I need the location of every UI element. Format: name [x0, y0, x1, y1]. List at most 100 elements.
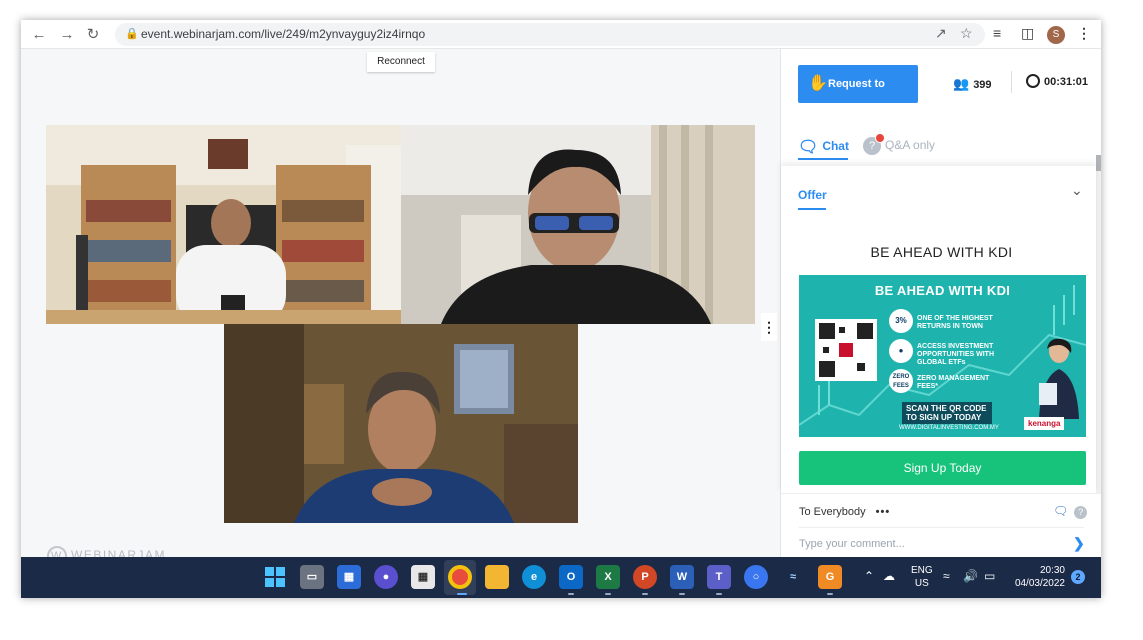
windows-taskbar: ▭ ▦ ● ▦ e O X P W T ○ ≈ G ⌃ ☁ ENG US ≈ 🔊…	[21, 557, 1101, 598]
app-orange-indicator	[827, 593, 833, 595]
stage-more-options-icon[interactable]: ⋮	[761, 313, 777, 341]
language-region: US	[914, 578, 929, 589]
address-bar[interactable]: 🔒 event.webinarjam.com/live/249/m2ynvayg…	[115, 23, 985, 46]
browser-window: ← → ↻ 🔒 event.webinarjam.com/live/249/m2…	[21, 20, 1101, 598]
help-icon[interactable]: ?	[1074, 506, 1088, 519]
attendee-count-value: 399	[973, 79, 992, 91]
request-to-speak-button[interactable]: ✋ Request to speak	[798, 65, 918, 128]
excel-indicator	[605, 593, 611, 595]
lock-icon: 🔒	[125, 28, 139, 40]
teams-chat-icon[interactable]: ●	[374, 565, 398, 589]
widgets-icon[interactable]: ▦	[337, 565, 361, 589]
video-tile-presenter-1	[46, 125, 401, 324]
people-icon: 👥	[953, 76, 970, 91]
clock-time: 20:30	[1039, 565, 1065, 576]
video-frame	[224, 324, 578, 523]
star-icon[interactable]: ☆	[960, 25, 973, 42]
video-tile-presenter-3	[224, 324, 578, 523]
chrome-icon[interactable]	[448, 565, 472, 589]
tab-chat-label: Chat	[822, 139, 849, 154]
chevron-up-icon[interactable]: ⌃	[864, 569, 874, 583]
chat-bubble-icon: 🗨	[798, 139, 819, 156]
reading-list-icon[interactable]: ≡	[993, 25, 1001, 41]
chrome-active-indicator	[457, 593, 467, 595]
banner-heading: BE AHEAD WITH KDI	[874, 283, 1011, 298]
word-icon[interactable]: W	[670, 565, 694, 589]
input-language[interactable]: ENG US	[911, 564, 933, 590]
side-panel-icon[interactable]: ◫	[1021, 25, 1034, 42]
teams-indicator	[716, 593, 722, 595]
tab-chat[interactable]: 🗨 Chat	[798, 137, 849, 157]
chat-scrollbar-thumb[interactable]	[1096, 155, 1101, 171]
share-icon[interactable]: ↗	[935, 25, 947, 42]
recipient-selector[interactable]: To Everybody •••	[799, 506, 890, 518]
battery-icon[interactable]: ▭	[984, 569, 995, 583]
banner-scan-text: SCAN THE QR CODE TO SIGN UP TODAY	[902, 402, 992, 424]
side-panel: ✋ Request to speak 👥 399 00:31:01 🗨 Chat ?…	[780, 49, 1101, 557]
start-icon[interactable]	[263, 565, 287, 589]
word-indicator	[679, 593, 685, 595]
teams-icon[interactable]: T	[707, 565, 731, 589]
question-icon: ?	[863, 133, 885, 155]
reconnect-button[interactable]: Reconnect	[367, 52, 435, 72]
clock-date: 04/03/2022	[1014, 578, 1065, 589]
comment-input[interactable]	[799, 535, 1059, 553]
offer-tab[interactable]: Offer	[798, 188, 827, 202]
menu-icon[interactable]: ⋮	[1077, 25, 1091, 42]
back-icon[interactable]: ←	[29, 25, 49, 45]
onedrive-icon[interactable]: ☁	[883, 569, 895, 583]
tab-qa-only[interactable]: ? Q&A only	[863, 133, 935, 155]
composer-divider	[799, 527, 1084, 528]
profile-avatar[interactable]: S	[1047, 26, 1065, 44]
outlook-indicator	[568, 593, 574, 595]
volume-icon[interactable]: 🔊	[963, 569, 978, 583]
browser-toolbar: ← → ↻ 🔒 event.webinarjam.com/live/249/m2…	[21, 20, 1101, 49]
more-options-icon[interactable]: •••	[876, 506, 891, 518]
chevron-down-icon[interactable]: ⌄	[1071, 182, 1083, 199]
excel-icon[interactable]: X	[596, 565, 620, 589]
banner-item-2: ACCESS INVESTMENT OPPORTUNITIES WITH GLO…	[917, 343, 994, 366]
video-frame	[401, 125, 755, 324]
video-stage: Reconnect ⋮ W WEBINARJAM	[21, 49, 780, 566]
chat-composer: To Everybody ••• 🗨? ❯	[781, 493, 1101, 557]
attendee-count: 👥 399	[953, 76, 992, 92]
banner-item-3: ZERO MANAGEMENT FEES*	[917, 375, 990, 390]
offer-tab-indicator	[798, 208, 826, 210]
banner-badge-zero-fees: ZERO FEES	[889, 369, 913, 393]
offer-title: BE AHEAD WITH KDI	[870, 244, 1013, 260]
tab-chat-active-indicator	[798, 158, 848, 160]
banner-item-1: ONE OF THE HIGHEST RETURNS IN TOWN	[917, 315, 993, 330]
video-tile-presenter-2	[401, 125, 755, 324]
message-icon[interactable]: 🗨	[1053, 504, 1068, 518]
video-frame	[46, 125, 401, 324]
qr-code	[815, 319, 877, 381]
system-clock[interactable]: 20:30 04/03/2022	[1011, 564, 1065, 590]
offer-banner[interactable]: BE AHEAD WITH KDI 3% ONE OF THE HIGHEST …	[799, 275, 1086, 437]
url-text[interactable]: event.webinarjam.com/live/249/m2ynvayguy…	[141, 27, 425, 41]
reload-icon[interactable]: ↻	[83, 25, 103, 45]
file-explorer-icon[interactable]	[485, 565, 509, 589]
banner-badge-etf-icon: ●	[889, 339, 913, 363]
app-orange-icon[interactable]: G	[818, 565, 842, 589]
header-divider	[1011, 71, 1012, 93]
app-blue-icon[interactable]: ≈	[781, 565, 805, 589]
task-view-icon[interactable]: ▭	[300, 565, 324, 589]
notification-dot	[875, 133, 885, 143]
store-icon[interactable]: ▦	[411, 565, 435, 589]
banner-url: WWW.DIGITALINVESTING.COM.MY	[899, 425, 999, 431]
send-icon[interactable]: ❯	[1073, 535, 1085, 552]
powerpoint-icon[interactable]: P	[633, 565, 657, 589]
banner-person-image	[1039, 338, 1079, 419]
forward-icon[interactable]: →	[57, 25, 77, 45]
elapsed-timer: 00:31:01	[1026, 73, 1088, 88]
windows-logo	[265, 567, 285, 587]
signal-icon[interactable]: ○	[744, 565, 768, 589]
outlook-icon[interactable]: O	[559, 565, 583, 589]
banner-badge-3pct: 3%	[889, 309, 913, 333]
edge-icon[interactable]: e	[522, 565, 546, 589]
notification-badge[interactable]: 2	[1071, 570, 1085, 584]
wifi-icon[interactable]: ≈	[943, 569, 950, 583]
offer-card: Offer ⌄ BE AHEAD WITH KDI BE AHEAD WITH …	[781, 166, 1096, 493]
chat-tools: 🗨?	[1053, 504, 1088, 519]
sign-up-button[interactable]: Sign Up Today	[799, 451, 1086, 485]
